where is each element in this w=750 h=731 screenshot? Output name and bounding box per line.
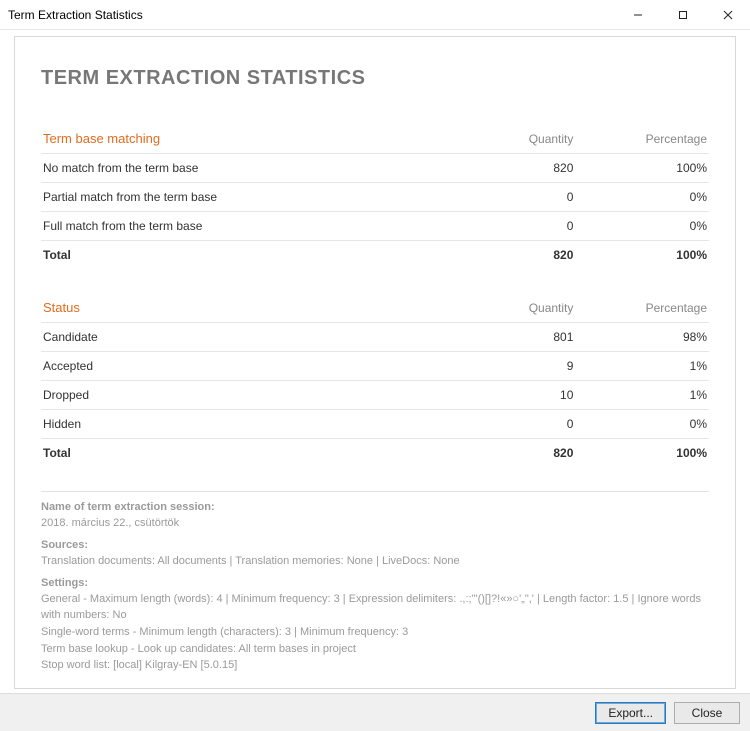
settings-label: Settings:	[41, 576, 709, 592]
row-pct: 1%	[575, 352, 709, 381]
col-percentage: Percentage	[575, 293, 709, 323]
col-percentage: Percentage	[575, 124, 709, 154]
row-label: Total	[41, 241, 442, 270]
status-heading: Status	[41, 293, 442, 323]
row-qty: 0	[442, 183, 576, 212]
total-row: Total 820 100%	[41, 439, 709, 468]
session-name-value: 2018. március 22., csütörtök	[41, 516, 709, 532]
row-label: Partial match from the term base	[41, 183, 442, 212]
maximize-icon[interactable]	[660, 0, 705, 30]
total-row: Total 820 100%	[41, 241, 709, 270]
row-pct: 0%	[575, 212, 709, 241]
row-pct: 100%	[575, 439, 709, 468]
row-label: No match from the term base	[41, 154, 442, 183]
row-label: Full match from the term base	[41, 212, 442, 241]
settings-line: General - Maximum length (words): 4 | Mi…	[41, 592, 709, 624]
row-pct: 98%	[575, 323, 709, 352]
sources-value: Translation documents: All documents | T…	[41, 554, 709, 570]
row-label: Total	[41, 439, 442, 468]
settings-line: Single-word terms - Minimum length (char…	[41, 625, 709, 641]
session-metadata: Name of term extraction session: 2018. m…	[41, 500, 709, 674]
table-row: Hidden 0 0%	[41, 410, 709, 439]
col-quantity: Quantity	[442, 124, 576, 154]
row-qty: 820	[442, 439, 576, 468]
table-row: Dropped 10 1%	[41, 381, 709, 410]
table-row: Candidate 801 98%	[41, 323, 709, 352]
row-label: Accepted	[41, 352, 442, 381]
row-pct: 100%	[575, 241, 709, 270]
titlebar: Term Extraction Statistics	[0, 0, 750, 30]
table-row: Partial match from the term base 0 0%	[41, 183, 709, 212]
session-name-label: Name of term extraction session:	[41, 500, 709, 516]
row-qty: 10	[442, 381, 576, 410]
page-title: TERM EXTRACTION STATISTICS	[41, 67, 709, 90]
minimize-icon[interactable]	[615, 0, 660, 30]
divider	[41, 491, 709, 492]
row-qty: 0	[442, 212, 576, 241]
settings-line: Term base lookup - Look up candidates: A…	[41, 642, 709, 658]
col-quantity: Quantity	[442, 293, 576, 323]
close-button[interactable]: Close	[674, 702, 740, 724]
row-qty: 9	[442, 352, 576, 381]
row-pct: 0%	[575, 410, 709, 439]
term-base-matching-table: Term base matching Quantity Percentage N…	[41, 124, 709, 269]
close-icon[interactable]	[705, 0, 750, 30]
row-qty: 820	[442, 241, 576, 270]
status-table: Status Quantity Percentage Candidate 801…	[41, 293, 709, 467]
table-row: Accepted 9 1%	[41, 352, 709, 381]
dialog-footer: Export... Close	[0, 693, 750, 731]
row-qty: 801	[442, 323, 576, 352]
report-panel: TERM EXTRACTION STATISTICS Term base mat…	[14, 36, 736, 689]
row-qty: 0	[442, 410, 576, 439]
row-label: Dropped	[41, 381, 442, 410]
row-label: Hidden	[41, 410, 442, 439]
row-qty: 820	[442, 154, 576, 183]
settings-line: Stop word list: [local] Kilgray-EN [5.0.…	[41, 658, 709, 674]
sources-label: Sources:	[41, 538, 709, 554]
row-pct: 0%	[575, 183, 709, 212]
table-row: No match from the term base 820 100%	[41, 154, 709, 183]
matching-heading: Term base matching	[41, 124, 442, 154]
row-pct: 1%	[575, 381, 709, 410]
table-row: Full match from the term base 0 0%	[41, 212, 709, 241]
row-pct: 100%	[575, 154, 709, 183]
row-label: Candidate	[41, 323, 442, 352]
export-button[interactable]: Export...	[595, 702, 666, 724]
window-title: Term Extraction Statistics	[8, 8, 143, 22]
